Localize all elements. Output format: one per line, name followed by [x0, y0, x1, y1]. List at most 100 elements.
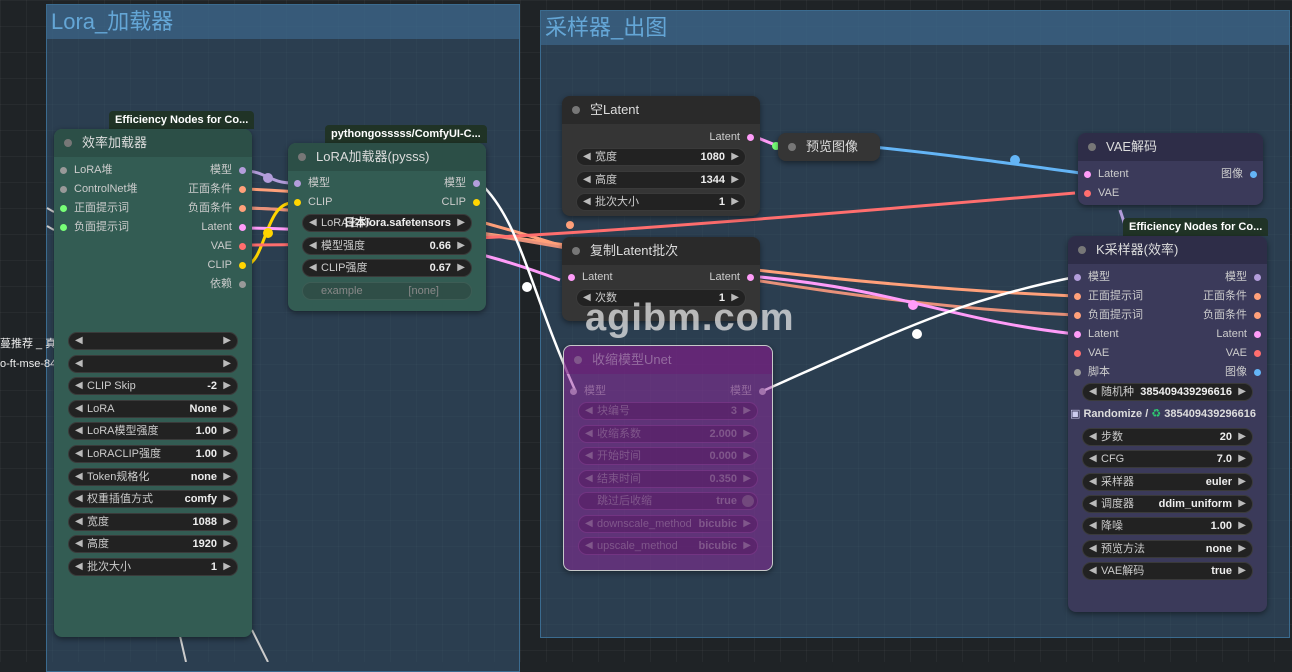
widget-end-percent[interactable]: ◀ 结束时间 0.350 ▶ — [578, 470, 758, 488]
efficiency-loader-node[interactable]: 效率加载器 LoRA堆 模型 ControlNet堆 正面条件 正面提示词 负面条件 … — [54, 129, 252, 637]
node-title-text: 收缩模型Unet — [592, 352, 672, 367]
input-controlnet-stack[interactable]: ControlNet堆 — [60, 180, 138, 199]
dice-icon: ▣ — [1070, 408, 1081, 420]
widget-width[interactable]: ◀ 宽度 1088 ▶ — [68, 513, 238, 531]
output-latent[interactable]: Latent — [201, 218, 246, 237]
output-latent[interactable]: Latent — [709, 268, 754, 287]
input-script[interactable]: 脚本 — [1074, 363, 1110, 382]
randomize-row[interactable]: ▣ Randomize / ♻ 385409439296616 — [1068, 405, 1267, 424]
ksampler-node[interactable]: K采样器(效率) 模型 模型 正面提示词 正面条件 负面提示词 负面条件 Latent… — [1068, 236, 1267, 612]
ksampler-badge: Efficiency Nodes for Co... — [1123, 218, 1269, 236]
input-model[interactable]: 模型 — [570, 382, 606, 401]
output-negative[interactable]: 负面条件 — [1203, 306, 1261, 325]
widget-clip-strength[interactable]: ◀ CLIP强度 0.67 ▶ — [302, 259, 472, 277]
output-negative[interactable]: 负面条件 — [188, 199, 246, 218]
widget-start-percent[interactable]: ◀ 开始时间 0.000 ▶ — [578, 447, 758, 465]
widget-batch-size[interactable]: ◀ 批次大小 1 ▶ — [576, 193, 746, 211]
node-title-text: LoRA加载器(pysss) — [316, 149, 430, 164]
node-title[interactable]: 复制Latent批次 — [562, 237, 760, 265]
empty-latent-node[interactable]: 空Latent Latent ◀ 宽度 1080 ▶ ◀ 高度 1344 ▶ ◀ 批次大小 1 ▶ — [562, 96, 760, 216]
widget-ckpt-name[interactable]: ◀ ▶ — [68, 332, 238, 350]
output-model[interactable]: 模型 — [210, 161, 246, 180]
widget-preview-method[interactable]: ◀ 预览方法 none ▶ — [1082, 540, 1253, 558]
widget-downscale-method[interactable]: ◀ downscale_method bicubic ▶ — [578, 515, 758, 533]
input-model[interactable]: 模型 — [294, 174, 330, 193]
widget-clip-skip[interactable]: ◀ CLIP Skip -2 ▶ — [68, 377, 238, 395]
output-vae[interactable]: VAE — [1226, 344, 1261, 363]
output-latent[interactable]: Latent — [709, 128, 754, 147]
widget-example[interactable]: example [none] — [302, 282, 472, 300]
input-model[interactable]: 模型 — [1074, 268, 1110, 287]
widget-block-number[interactable]: ◀ 块编号 3 ▶ — [578, 402, 758, 420]
widget-weight-interpretation[interactable]: ◀ 权重插值方式 comfy ▶ — [68, 490, 238, 508]
widget-cfg[interactable]: ◀ CFG 7.0 ▶ — [1082, 450, 1253, 468]
widget-downscale-after-skip[interactable]: 跳过后收缩 true — [578, 492, 758, 510]
vae-decode-node[interactable]: VAE解码 Latent 图像 VAE — [1078, 133, 1263, 205]
output-positive[interactable]: 正面条件 — [1203, 287, 1261, 306]
output-image[interactable]: 图像 — [1225, 363, 1261, 382]
output-model[interactable]: 模型 — [730, 382, 766, 401]
eff-loader-badge: Efficiency Nodes for Co... — [109, 111, 255, 129]
input-negative[interactable]: 负面提示词 — [1074, 306, 1143, 325]
input-lora-stack[interactable]: LoRA堆 — [60, 161, 113, 180]
input-clip[interactable]: CLIP — [294, 193, 332, 212]
widget-sampler[interactable]: ◀ 采样器 euler ▶ — [1082, 473, 1253, 491]
widget-seed[interactable]: ◀ 随机种 385409439296616 ▶ — [1082, 383, 1253, 401]
widget-steps[interactable]: ◀ 步数 20 ▶ — [1082, 428, 1253, 446]
widget-width[interactable]: ◀ 宽度 1080 ▶ — [576, 148, 746, 166]
input-latent[interactable]: Latent — [1084, 165, 1129, 184]
widget-downscale-factor[interactable]: ◀ 收缩系数 2.000 ▶ — [578, 425, 758, 443]
output-image[interactable]: 图像 — [1221, 165, 1257, 184]
output-model[interactable]: 模型 — [444, 174, 480, 193]
input-vae[interactable]: VAE — [1074, 344, 1109, 363]
lora-loader-node[interactable]: LoRA加载器(pysss) 模型 模型 CLIP CLIP ◀ LoRA名称 日本lo… — [288, 143, 486, 311]
node-title-text: 复制Latent批次 — [590, 243, 679, 258]
node-title[interactable]: 效率加载器 — [54, 129, 252, 157]
input-latent[interactable]: Latent — [568, 268, 613, 287]
widget-lora-clip-strength[interactable]: ◀ LoRACLIP强度 1.00 ▶ — [68, 445, 238, 463]
widget-model-strength[interactable]: ◀ 模型强度 0.66 ▶ — [302, 237, 472, 255]
watermark-text: agibm.com — [585, 297, 795, 339]
widget-height[interactable]: ◀ 高度 1344 ▶ — [576, 171, 746, 189]
node-title[interactable]: 预览图像 — [778, 133, 880, 161]
output-model[interactable]: 模型 — [1225, 268, 1261, 287]
preview-image-node[interactable]: 预览图像 — [778, 133, 880, 161]
output-vae[interactable]: VAE — [211, 237, 246, 256]
output-dependencies[interactable]: 依赖 — [210, 275, 246, 294]
output-positive[interactable]: 正面条件 — [188, 180, 246, 199]
node-title-text: K采样器(效率) — [1096, 242, 1179, 257]
input-positive[interactable]: 正面提示词 — [1074, 287, 1143, 306]
unet-shrink-node[interactable]: 收缩模型Unet 模型 模型 ◀ 块编号 3 ▶ ◀ 收缩系数 2.000 ▶ ◀ 开始时间 0.… — [563, 345, 773, 571]
node-title-text: 效率加载器 — [82, 135, 148, 150]
node-title[interactable]: K采样器(效率) — [1068, 236, 1267, 264]
widget-lora-model-strength[interactable]: ◀ LoRA模型强度 1.00 ▶ — [68, 422, 238, 440]
node-title[interactable]: LoRA加载器(pysss) — [288, 143, 486, 171]
widget-height[interactable]: ◀ 高度 1920 ▶ — [68, 535, 238, 553]
output-latent[interactable]: Latent — [1216, 325, 1261, 344]
widget-vae-name[interactable]: ◀ ▶ — [68, 355, 238, 373]
node-title-text: 预览图像 — [806, 139, 859, 154]
widget-upscale-method[interactable]: ◀ upscale_method bicubic ▶ — [578, 537, 758, 555]
widget-lora-name[interactable]: ◀ LoRA名称 日本lora.safetensors ▶ — [302, 214, 472, 232]
input-vae[interactable]: VAE — [1084, 184, 1119, 203]
widget-lora[interactable]: ◀ LoRA None ▶ — [68, 400, 238, 418]
lora-node-badge: pythongosssss/ComfyUI-C... — [325, 125, 487, 143]
output-clip[interactable]: CLIP — [208, 256, 246, 275]
widget-scheduler[interactable]: ◀ 调度器 ddim_uniform ▶ — [1082, 495, 1253, 513]
output-clip[interactable]: CLIP — [442, 193, 480, 212]
node-title-text: VAE解码 — [1106, 139, 1158, 154]
input-latent[interactable]: Latent — [1074, 325, 1119, 344]
widget-denoise[interactable]: ◀ 降噪 1.00 ▶ — [1082, 517, 1253, 535]
randomize-label: Randomize / — [1083, 408, 1149, 420]
input-negative-prompt[interactable]: 负面提示词 — [60, 218, 129, 237]
node-title[interactable]: VAE解码 — [1078, 133, 1263, 161]
node-title[interactable]: 空Latent — [562, 96, 760, 124]
node-title[interactable]: 收缩模型Unet — [564, 346, 772, 374]
widget-vae-decode[interactable]: ◀ VAE解码 true ▶ — [1082, 562, 1253, 580]
input-positive-prompt[interactable]: 正面提示词 — [60, 199, 129, 218]
recycle-icon: ♻ — [1151, 408, 1162, 420]
node-title-text: 空Latent — [590, 102, 640, 117]
widget-token-normalization[interactable]: ◀ Token规格化 none ▶ — [68, 468, 238, 486]
toggle-knob[interactable] — [742, 495, 754, 507]
widget-batch-size[interactable]: ◀ 批次大小 1 ▶ — [68, 558, 238, 576]
